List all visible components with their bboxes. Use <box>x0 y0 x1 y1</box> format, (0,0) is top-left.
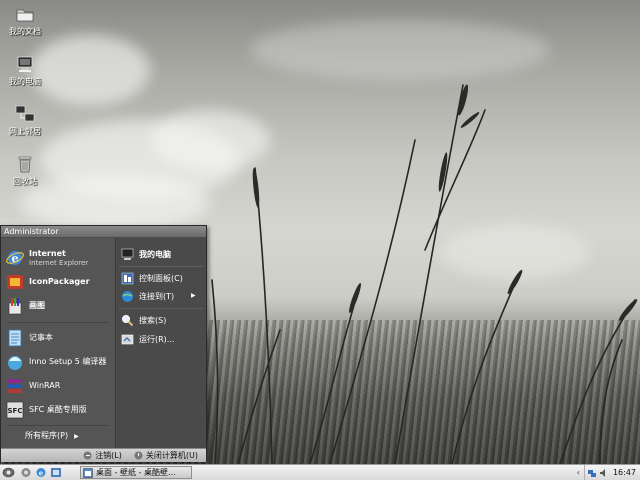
shutdown-button[interactable]: 关闭计算机(U) <box>134 450 198 461</box>
start-menu: Administrator e Internet Internet Explor… <box>0 225 207 462</box>
quicklaunch-internet-explorer-icon[interactable]: e <box>35 467 47 478</box>
start-menu-separator <box>119 266 203 267</box>
desktop-icon-label: 我的电脑 <box>9 77 41 86</box>
network-tray-icon[interactable] <box>587 468 597 478</box>
start-menu-item-subtitle: Internet Explorer <box>29 259 89 267</box>
inno-setup-icon <box>8 356 22 370</box>
computer-icon <box>17 56 33 72</box>
start-menu-item-title: 画图 <box>29 301 45 310</box>
start-menu-item-title: WinRAR <box>29 381 61 390</box>
desktop-icon-network[interactable]: 网上邻居 <box>0 104 50 137</box>
start-menu-search[interactable]: 搜索(S) <box>121 312 166 328</box>
quicklaunch-show-desktop-icon[interactable] <box>20 467 32 478</box>
start-menu-right-label: 运行(R)... <box>139 334 175 344</box>
start-menu-separator <box>7 322 109 323</box>
start-menu-item-title: Internet <box>29 249 66 258</box>
start-menu-item-sfc[interactable]: SFC SFC 桌酷专用版 <box>5 398 113 422</box>
window-icon <box>83 467 93 478</box>
start-button[interactable] <box>2 467 15 478</box>
logoff-label: 注销(L) <box>95 451 122 460</box>
start-menu-item-iconpackager[interactable]: IconPackager <box>5 270 113 294</box>
start-menu-item-title: SFC 桌酷专用版 <box>29 405 87 414</box>
taskbar: e 桌面 - 壁纸 - 桌酷壁... ‹ 16:47 <box>0 464 640 480</box>
arrow-right-icon: ▶ <box>191 292 196 299</box>
recycle-bin-icon <box>18 156 32 173</box>
tray-expand-button[interactable]: ‹ <box>577 468 580 477</box>
search-icon <box>122 314 134 326</box>
power-icon <box>134 451 143 460</box>
logoff-button[interactable]: 注销(L) <box>83 450 122 461</box>
desktop-icon-label: 网上邻居 <box>9 127 41 136</box>
start-menu-item-paint[interactable]: 画图 <box>5 294 113 318</box>
control-panel-icon <box>121 272 134 284</box>
desktop-icon-label: 回收站 <box>13 177 37 186</box>
computer-icon <box>121 248 134 260</box>
quicklaunch-media-icon[interactable] <box>50 467 62 478</box>
volume-icon[interactable] <box>599 468 609 478</box>
svg-text:SFC: SFC <box>8 407 23 415</box>
paint-icon <box>8 298 22 315</box>
all-programs-label: 所有程序(P) <box>25 431 69 440</box>
arrow-right-icon: ▶ <box>74 433 79 440</box>
connect-icon <box>122 290 133 302</box>
start-menu-item-title: IconPackager <box>29 277 90 286</box>
taskbar-task-button[interactable]: 桌面 - 壁纸 - 桌酷壁... <box>80 466 192 479</box>
taskbar-task-label: 桌面 - 壁纸 - 桌酷壁... <box>96 468 176 477</box>
winrar-icon <box>8 379 22 393</box>
network-icon <box>15 105 35 122</box>
clock[interactable]: 16:47 <box>613 468 636 477</box>
desktop-icon-label: 我的文档 <box>9 27 41 36</box>
start-menu-item-internet[interactable]: e Internet Internet Explorer <box>5 246 113 270</box>
run-icon <box>121 334 134 344</box>
start-menu-item-inno-setup[interactable]: Inno Setup 5 编译器 <box>5 350 113 374</box>
start-menu-item-title: 记事本 <box>29 333 53 342</box>
folder-icon <box>16 9 34 22</box>
start-menu-right-label: 搜索(S) <box>139 315 167 325</box>
start-menu-footer: 注销(L) 关闭计算机(U) <box>1 448 206 462</box>
desktop-icon-my-computer[interactable]: 我的电脑 <box>0 54 50 87</box>
start-menu-right-label: 控制面板(C) <box>139 273 183 283</box>
all-programs-button[interactable]: 所有程序(P) ▶ <box>25 430 79 441</box>
start-menu-control-panel[interactable]: 控制面板(C) <box>121 270 183 286</box>
start-menu-item-notepad[interactable]: 记事本 <box>5 326 113 350</box>
desktop-icon-my-documents[interactable]: 我的文档 <box>0 4 50 37</box>
start-menu-item-title: Inno Setup 5 编译器 <box>29 357 107 366</box>
start-menu-right-label: 连接到(T) <box>139 291 175 301</box>
start-menu-item-winrar[interactable]: WinRAR <box>5 374 113 398</box>
internet-explorer-icon: e <box>6 251 24 265</box>
start-menu-run[interactable]: 运行(R)... <box>121 331 174 347</box>
notepad-icon <box>8 329 22 347</box>
start-menu-connect-to[interactable]: 连接到(T) <box>121 288 174 304</box>
start-menu-my-computer[interactable]: 我的电脑 <box>121 246 171 262</box>
start-menu-separator <box>7 425 109 426</box>
start-menu-right-label: 我的电脑 <box>139 249 171 259</box>
desktop-icon-recycle-bin[interactable]: 回收站 <box>0 154 50 187</box>
logoff-icon <box>83 451 92 460</box>
start-menu-separator <box>119 308 203 309</box>
start-menu-username: Administrator <box>1 226 206 238</box>
sfc-icon: SFC <box>6 401 24 419</box>
shutdown-label: 关闭计算机(U) <box>145 451 198 460</box>
svg-text:e: e <box>39 469 44 478</box>
iconpackager-icon <box>7 275 23 289</box>
